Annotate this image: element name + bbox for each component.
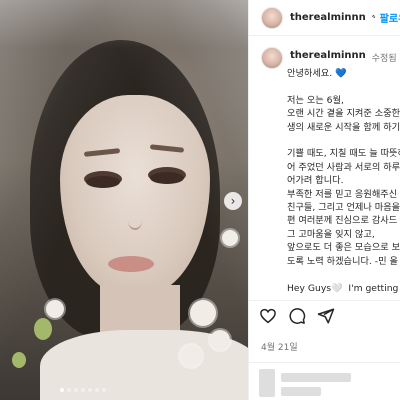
follow-button[interactable]: 팔로우: [380, 10, 400, 25]
avatar[interactable]: [261, 6, 283, 29]
comment-icon[interactable]: [288, 307, 306, 325]
caption-text: 안녕하세요. 💙 저는 오는 6월, 오랜 시간 곁을 지켜준 소중한 생의 새…: [287, 68, 400, 294]
share-icon[interactable]: [317, 307, 335, 325]
carousel-dot[interactable]: [88, 388, 92, 392]
post-header: therealminnn • 팔로우: [249, 0, 400, 36]
carousel-dots: [60, 388, 106, 392]
carousel-dot[interactable]: [81, 388, 85, 392]
comment-placeholder: [259, 369, 275, 397]
carousel-dot[interactable]: [102, 388, 106, 392]
carousel-dot[interactable]: [95, 388, 99, 392]
action-bar: [249, 300, 400, 330]
carousel-next-button[interactable]: ›: [224, 192, 242, 210]
post-photo[interactable]: ›: [0, 0, 248, 400]
chevron-right-icon: ›: [230, 194, 236, 208]
caption-area: therealminnn 수정됨 2 안녕하세요. 💙 저는 오는 6월, 오랜…: [249, 37, 400, 295]
caption-username[interactable]: therealminnn: [290, 50, 366, 61]
comment-placeholder: [281, 373, 351, 382]
header-username[interactable]: therealminnn: [290, 12, 366, 23]
post-date[interactable]: 4월 21일: [261, 340, 298, 353]
heart-icon[interactable]: [259, 307, 277, 325]
caption-header: therealminnn 수정됨 2: [249, 37, 400, 69]
carousel-dot[interactable]: [60, 388, 64, 392]
photo-veil: [0, 0, 248, 400]
comment-preview: [249, 362, 400, 400]
edited-label: 수정됨: [371, 54, 397, 64]
post-sidebar: therealminnn • 팔로우 therealminnn 수정됨 2 안녕…: [248, 0, 400, 400]
caption-avatar[interactable]: [261, 47, 283, 69]
comment-placeholder: [281, 387, 321, 396]
carousel-dot[interactable]: [67, 388, 71, 392]
carousel-dot[interactable]: [74, 388, 78, 392]
